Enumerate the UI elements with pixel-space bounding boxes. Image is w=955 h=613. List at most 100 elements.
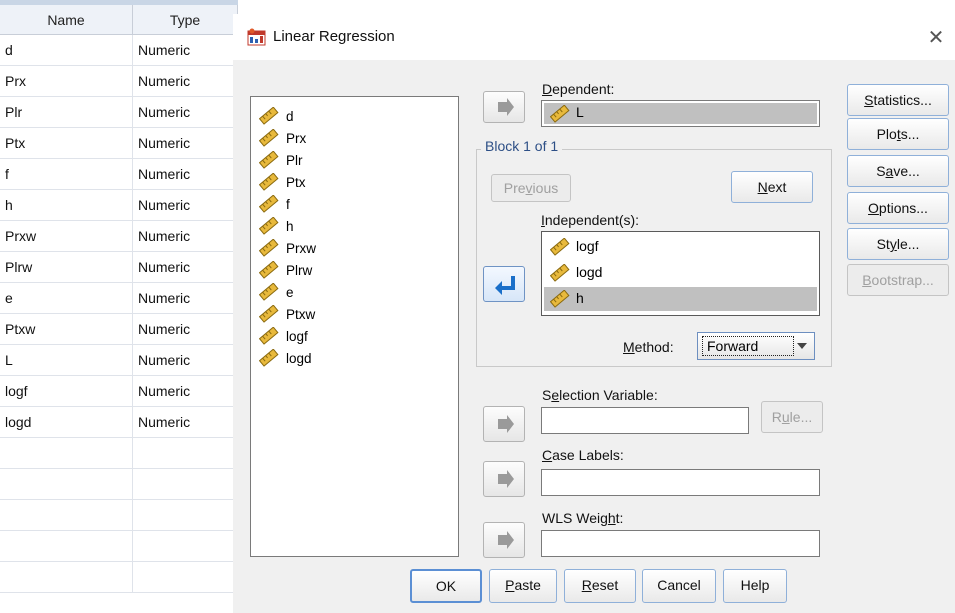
table-row[interactable]: Prx Numeric xyxy=(0,66,238,97)
linear-regression-dialog: Linear Regression ✕ d Prx Plr Ptx f h Prxw Plrw… xyxy=(233,14,955,613)
table-row[interactable] xyxy=(0,438,238,469)
table-row[interactable] xyxy=(0,469,238,500)
variable-label: d xyxy=(286,109,294,124)
cell-name: Ptxw xyxy=(0,314,133,345)
scale-ruler-icon xyxy=(259,173,279,191)
help-button[interactable]: Help xyxy=(723,569,787,603)
scale-ruler-icon xyxy=(259,107,279,125)
cell-type xyxy=(133,469,238,500)
options-button[interactable]: Options... xyxy=(847,192,949,224)
column-header-name[interactable]: Name xyxy=(0,5,133,35)
selection-variable-label: Selection Variable: xyxy=(542,387,658,403)
table-row[interactable]: Plr Numeric xyxy=(0,97,238,128)
regression-app-icon xyxy=(247,28,266,46)
scale-ruler-icon xyxy=(550,264,570,282)
case-labels-field[interactable] xyxy=(541,469,820,496)
table-row[interactable]: e Numeric xyxy=(0,283,238,314)
cell-type: Numeric xyxy=(133,314,238,345)
next-button[interactable]: Next xyxy=(731,171,813,203)
scale-ruler-icon xyxy=(259,261,279,279)
source-variable-list[interactable]: d Prx Plr Ptx f h Prxw Plrw e Ptxw logf logd xyxy=(250,96,459,557)
selection-variable-field[interactable] xyxy=(541,407,749,434)
move-to-selection-variable-button[interactable] xyxy=(483,406,525,442)
scale-ruler-icon xyxy=(259,239,279,257)
table-row[interactable]: logf Numeric xyxy=(0,376,238,407)
save-button[interactable]: Save... xyxy=(847,155,949,187)
cell-type xyxy=(133,438,238,469)
move-to-dependent-button[interactable] xyxy=(483,91,525,123)
scale-ruler-icon xyxy=(259,349,279,367)
bootstrap-button[interactable]: Bootstrap... xyxy=(847,264,949,296)
chevron-down-icon xyxy=(797,343,807,349)
statistics-button[interactable]: Statistics... xyxy=(847,84,949,116)
cell-type: Numeric xyxy=(133,97,238,128)
table-row[interactable]: Prxw Numeric xyxy=(0,221,238,252)
table-row[interactable]: Plrw Numeric xyxy=(0,252,238,283)
cell-name xyxy=(0,500,133,531)
variable-label: logd xyxy=(286,351,312,366)
variable-label: h xyxy=(286,219,294,234)
table-row[interactable]: Ptx Numeric xyxy=(0,128,238,159)
variable-label: f xyxy=(286,197,290,212)
table-row[interactable]: f Numeric xyxy=(0,159,238,190)
scale-ruler-icon xyxy=(259,283,279,301)
table-row[interactable]: logd Numeric xyxy=(0,407,238,438)
cell-type: Numeric xyxy=(133,66,238,97)
scale-ruler-icon xyxy=(259,129,279,147)
wls-weight-field[interactable] xyxy=(541,530,820,557)
cell-name: Prxw xyxy=(0,221,133,252)
cell-type: Numeric xyxy=(133,345,238,376)
method-value: Forward xyxy=(707,338,759,354)
previous-button[interactable]: Previous xyxy=(491,174,571,202)
dependent-label: Dependent: xyxy=(542,81,615,97)
title-bar[interactable]: Linear Regression ✕ xyxy=(233,14,955,60)
reset-button[interactable]: Reset xyxy=(564,569,636,603)
list-item[interactable]: h xyxy=(544,287,817,311)
independents-list[interactable]: logf logd h xyxy=(541,231,820,316)
style-button[interactable]: Style... xyxy=(847,228,949,260)
cell-name: Ptx xyxy=(0,128,133,159)
table-row[interactable]: d Numeric xyxy=(0,35,238,66)
cell-type: Numeric xyxy=(133,221,238,252)
table-row[interactable]: L Numeric xyxy=(0,345,238,376)
arrow-right-icon xyxy=(498,98,514,116)
scale-ruler-icon xyxy=(550,238,570,256)
column-header-type[interactable]: Type xyxy=(133,5,238,35)
list-item[interactable]: logd xyxy=(544,261,817,285)
table-row[interactable] xyxy=(0,562,238,593)
plots-button[interactable]: Plots... xyxy=(847,118,949,150)
scale-ruler-icon xyxy=(259,305,279,323)
arrow-right-icon xyxy=(498,470,514,488)
variable-label: Ptx xyxy=(286,175,306,190)
cell-name xyxy=(0,438,133,469)
cell-type: Numeric xyxy=(133,376,238,407)
cell-type xyxy=(133,562,238,593)
move-to-independents-button[interactable] xyxy=(483,266,525,302)
method-select[interactable]: Forward xyxy=(697,332,815,360)
table-row[interactable] xyxy=(0,531,238,562)
ok-button[interactable]: OK xyxy=(410,569,482,603)
move-to-case-labels-button[interactable] xyxy=(483,461,525,497)
table-row[interactable]: h Numeric xyxy=(0,190,238,221)
move-to-wls-weight-button[interactable] xyxy=(483,522,525,558)
close-icon[interactable]: ✕ xyxy=(923,24,949,50)
list-item[interactable]: logf xyxy=(544,235,817,259)
dependent-field[interactable]: L xyxy=(541,100,820,127)
cell-type: Numeric xyxy=(133,252,238,283)
independents-label: Independent(s): xyxy=(541,212,640,228)
cancel-button[interactable]: Cancel xyxy=(642,569,716,603)
table-row[interactable]: Ptxw Numeric xyxy=(0,314,238,345)
wls-weight-label: WLS Weight: xyxy=(542,510,624,526)
rule-button[interactable]: Rule... xyxy=(761,401,823,433)
variable-label: Plrw xyxy=(286,263,313,278)
cell-name: Plr xyxy=(0,97,133,128)
scale-ruler-icon xyxy=(259,151,279,169)
cell-name xyxy=(0,562,133,593)
cell-type: Numeric xyxy=(133,407,238,438)
paste-button[interactable]: Paste xyxy=(489,569,557,603)
dependent-value: L xyxy=(576,104,584,120)
table-row[interactable] xyxy=(0,500,238,531)
cell-name xyxy=(0,469,133,500)
variable-label: Plr xyxy=(286,153,303,168)
cell-name xyxy=(0,531,133,562)
